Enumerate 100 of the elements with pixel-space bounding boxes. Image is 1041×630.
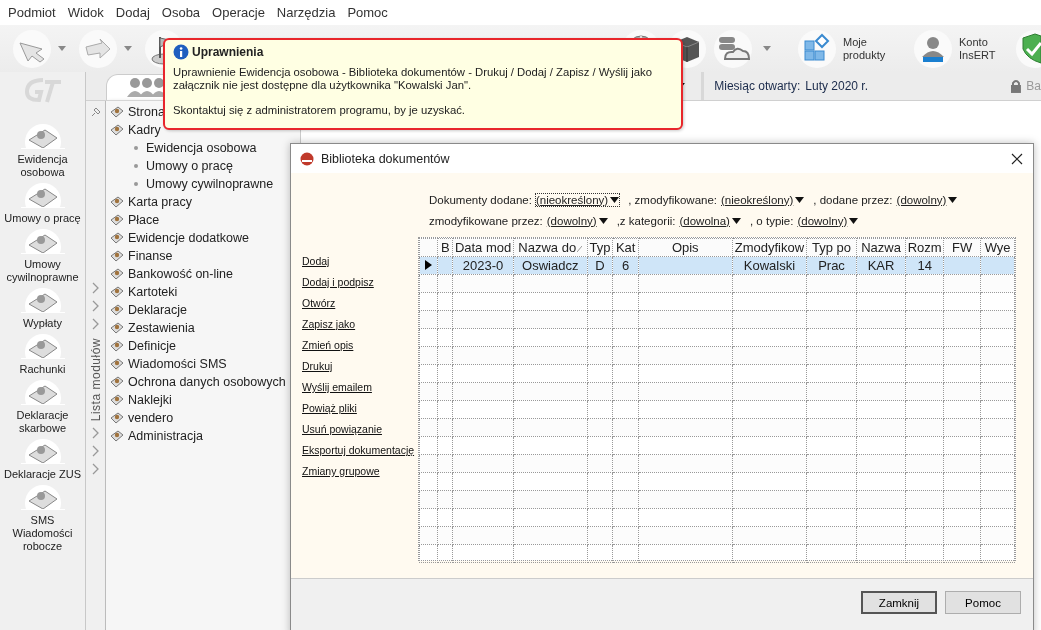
filter-label: , o typie: <box>749 214 794 227</box>
module-button[interactable]: Umowy cywilnoprawne <box>0 229 85 284</box>
menu-item[interactable]: Podmiot <box>2 3 62 22</box>
action-link[interactable]: Eksportuj dokumentację <box>302 443 418 458</box>
column-header[interactable]: Data mod <box>452 238 514 257</box>
module-icon <box>20 288 65 313</box>
menu-item[interactable]: Osoba <box>155 3 207 22</box>
chevron-icon[interactable] <box>91 318 100 330</box>
filter-dropdown[interactable]: (nieokreślony) <box>534 192 621 207</box>
column-header[interactable]: Opis <box>638 238 732 257</box>
menu-item[interactable]: Narzędzia <box>270 3 342 22</box>
tree-item[interactable]: Deklaracje <box>128 303 188 317</box>
action-link[interactable]: Zmiany grupowe <box>302 464 418 479</box>
tree-item[interactable]: Wiadomości SMS <box>128 357 227 371</box>
products-button[interactable]: Moje produkty <box>797 28 893 69</box>
tree-item[interactable]: Kadry <box>128 123 161 137</box>
tree-item[interactable]: Umowy o pracę <box>146 159 233 173</box>
module-button[interactable]: Deklaracje ZUS <box>0 439 85 481</box>
filter-dropdown[interactable]: (dowolna) <box>678 213 742 228</box>
tree-item[interactable]: Definicje <box>128 339 176 353</box>
account-button[interactable]: Konto InsERT <box>913 28 1009 69</box>
module-icon <box>20 380 65 405</box>
user-account-icon <box>913 28 953 69</box>
module-button[interactable]: Rachunki <box>0 334 85 376</box>
tree-item[interactable]: Płace <box>128 213 160 227</box>
tree-item[interactable]: Umowy cywilnoprawne <box>146 177 274 191</box>
action-link[interactable]: Powiąż pliki <box>302 401 418 416</box>
module-icon <box>20 124 65 149</box>
table-cell: Oswiadcz <box>522 258 579 273</box>
action-link[interactable]: Zmień opis <box>302 338 418 353</box>
menu-item[interactable]: Dodaj <box>109 3 156 22</box>
tree-item[interactable]: vendero <box>128 411 174 425</box>
filter-dropdown[interactable]: (dowolny) <box>796 213 860 228</box>
table-row[interactable]: 2023-0 Oswiadcz D 6 Kowalski Prac KAR 14 <box>419 256 1015 275</box>
dialog-button[interactable]: Zamknij <box>861 591 937 614</box>
dialog-button[interactable]: Pomoc <box>945 591 1021 614</box>
column-header[interactable]: Typ <box>587 238 613 257</box>
tree-item[interactable]: Karta pracy <box>128 195 192 209</box>
module-icon <box>20 229 65 254</box>
column-header[interactable]: Typ po <box>806 238 857 257</box>
chevron-icon[interactable] <box>91 445 100 458</box>
menu-item[interactable]: Operacje <box>206 3 271 22</box>
tree-item[interactable]: Administracja <box>128 429 204 443</box>
module-button[interactable]: Wypłaty <box>0 288 85 330</box>
tree-item[interactable]: Ewidencje dodatkowe <box>128 231 249 245</box>
action-link[interactable]: Otwórz <box>302 296 418 311</box>
chevron-icon[interactable] <box>91 282 100 294</box>
action-link[interactable]: Dodaj i podpisz <box>302 275 418 290</box>
bullet-icon <box>134 164 138 168</box>
column-header[interactable]: Nazwa do <box>513 238 587 257</box>
module-button[interactable]: Umowy o pracę <box>0 183 85 225</box>
tree-item[interactable]: Ochrona danych osobowych <box>128 375 286 389</box>
tooltip-text: Skontaktuj się z administratorem programu, by je uzyskać. <box>173 104 466 117</box>
chevron-icon[interactable] <box>91 463 100 476</box>
filter-dropdown[interactable]: (nieokreślony) <box>720 192 806 207</box>
module-icon <box>20 485 65 510</box>
caret-icon[interactable] <box>124 46 132 51</box>
open-month-label: Miesiąc otwarty: <box>714 79 801 93</box>
module-icon <box>109 302 125 318</box>
module-list-label[interactable]: Lista modułów <box>88 338 103 422</box>
column-header[interactable]: Zmodyfikow <box>732 238 807 257</box>
open-month-value: Luty 2020 r. <box>805 79 868 93</box>
tree-item[interactable]: Bankowość on-line <box>128 267 233 281</box>
tree-item[interactable]: Finanse <box>128 249 173 263</box>
module-icon <box>109 356 125 372</box>
action-link[interactable]: Wyślij emailem <box>302 380 418 395</box>
dropdown-caret-icon <box>598 217 608 224</box>
tree-item[interactable]: Naklejki <box>128 393 172 407</box>
filter-dropdown[interactable]: (dowolny) <box>895 192 959 207</box>
table-cell: Prac <box>818 258 845 273</box>
chevron-icon[interactable] <box>91 427 100 440</box>
column-header[interactable]: Wye <box>980 238 1015 257</box>
action-link[interactable]: Drukuj <box>302 359 418 374</box>
column-header[interactable]: Kat <box>612 238 639 257</box>
caret-icon[interactable] <box>763 46 771 51</box>
module-button[interactable]: Deklaracje skarbowe <box>0 380 85 435</box>
tree-item[interactable]: Kartoteki <box>128 285 178 299</box>
filter-label: , dodane przez: <box>813 193 893 206</box>
pin-icon[interactable] <box>89 106 102 118</box>
module-button[interactable]: Ewidencja osobowa <box>0 124 85 179</box>
shield-icon[interactable] <box>1015 28 1041 69</box>
dropdown-caret-icon <box>795 196 805 203</box>
column-header[interactable]: Nazwa <box>856 238 906 257</box>
close-icon[interactable] <box>1011 152 1023 165</box>
tree-item[interactable]: Ewidencja osobowa <box>146 141 257 155</box>
action-link[interactable]: Zapisz jako <box>302 317 418 332</box>
filter-dropdown[interactable]: (dowolny) <box>545 213 609 228</box>
menu-item[interactable]: Pomoc <box>341 3 394 22</box>
action-link[interactable]: Dodaj <box>302 254 418 269</box>
action-link[interactable]: Usuń powiązanie <box>302 422 418 437</box>
dropdown-caret-icon <box>610 196 620 203</box>
column-header[interactable]: FW <box>943 238 981 257</box>
caret-icon[interactable] <box>58 46 66 51</box>
chevron-icon[interactable] <box>91 300 100 312</box>
lock-icon <box>1010 79 1023 93</box>
menu-item[interactable]: Widok <box>61 3 110 22</box>
module-button[interactable]: SMS Wiadomości robocze <box>0 485 85 553</box>
module-icon <box>109 410 125 426</box>
tree-item[interactable]: Zestawienia <box>128 321 195 335</box>
column-header[interactable]: Rozm <box>905 238 944 257</box>
